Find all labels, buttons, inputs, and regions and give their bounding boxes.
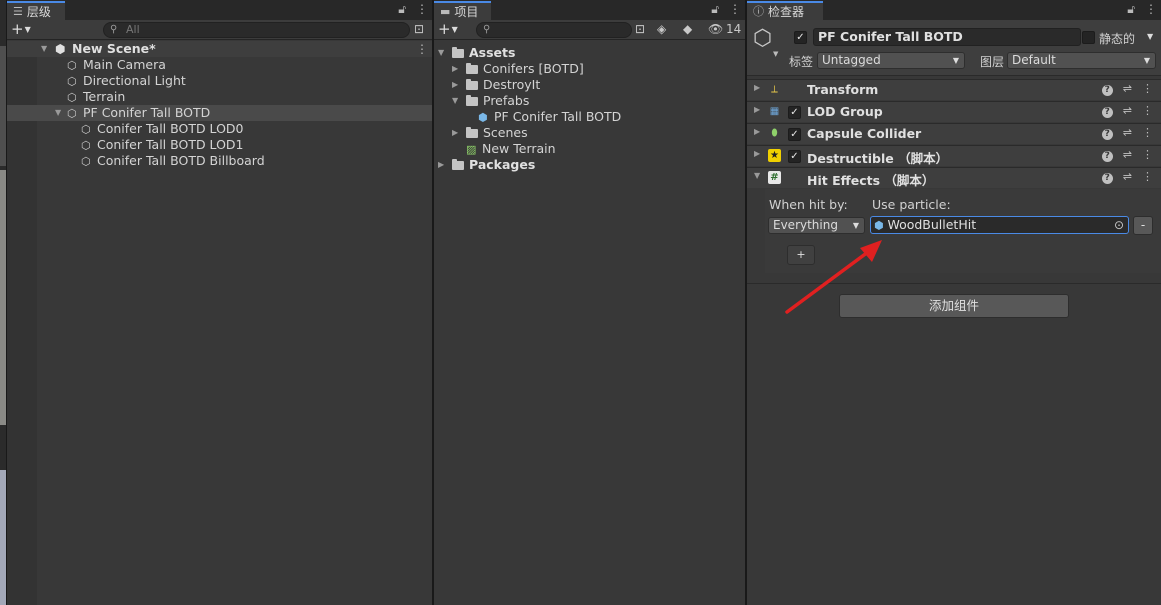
- annotation-arrow: [785, 240, 882, 314]
